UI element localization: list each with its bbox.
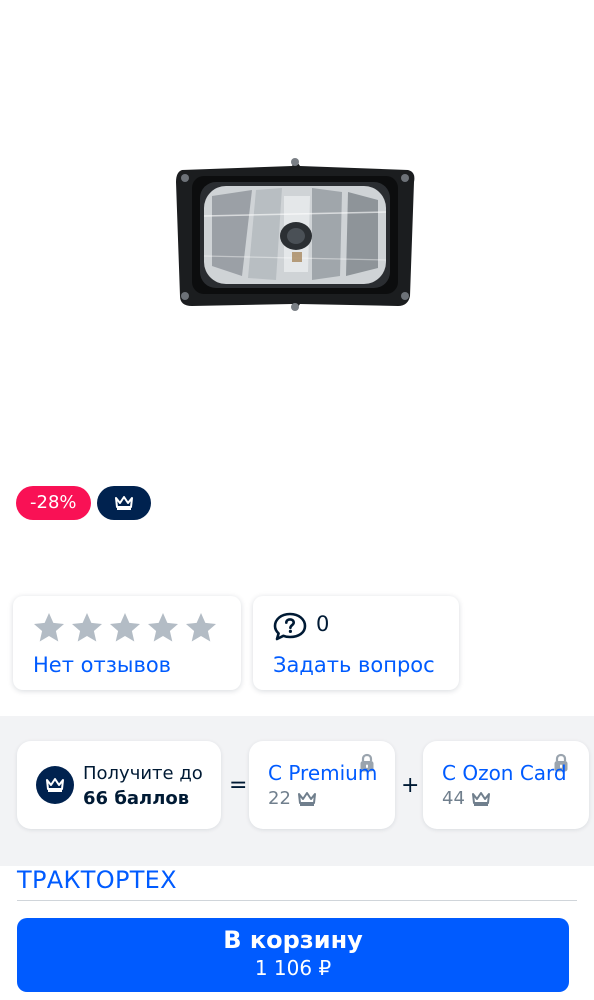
- questions-card[interactable]: 0 Задать вопрос: [253, 596, 459, 690]
- ask-question-link[interactable]: Задать вопрос: [273, 653, 435, 677]
- ozon-card-points-card[interactable]: С Ozon Card 44: [423, 741, 589, 829]
- product-badges: -28%: [16, 486, 151, 520]
- crown-icon: [114, 496, 133, 510]
- star-icon: [110, 613, 140, 642]
- ozon-card-title: С Ozon Card: [442, 761, 567, 785]
- divider: [17, 900, 577, 901]
- add-to-cart-button[interactable]: В корзину 1 106 ₽: [17, 918, 569, 992]
- star-icon: [34, 613, 64, 642]
- crown-icon: [46, 778, 64, 792]
- cart-button-label: В корзину: [223, 926, 363, 954]
- cart-button-price: 1 106 ₽: [254, 956, 332, 980]
- ozon-card-points: 44: [442, 788, 491, 809]
- star-icon: [186, 613, 216, 642]
- crown-icon: [471, 791, 490, 806]
- points-crown-badge: [36, 766, 74, 804]
- rating-stars: [31, 610, 219, 646]
- premium-points: 22: [268, 788, 317, 809]
- equals-sign: =: [229, 773, 248, 798]
- question-bubble-icon: [273, 612, 307, 641]
- no-reviews-link[interactable]: Нет отзывов: [33, 653, 171, 677]
- crown-icon: [297, 791, 316, 806]
- plus-sign: +: [401, 773, 420, 798]
- points-section: Получите до 66 баллов = С Premium 22 + С…: [0, 716, 594, 866]
- headlight-image[interactable]: [172, 156, 418, 312]
- product-image-area[interactable]: [0, 0, 594, 470]
- premium-badge[interactable]: [96, 486, 151, 520]
- points-amount: 66 баллов: [83, 788, 190, 809]
- reviews-questions-row: Нет отзывов 0 Задать вопрос: [0, 580, 594, 716]
- premium-points-card[interactable]: С Premium 22: [249, 741, 395, 829]
- points-text-line1: Получите до: [83, 763, 203, 784]
- discount-badge: -28%: [16, 486, 91, 520]
- star-icon: [148, 613, 178, 642]
- premium-points-value: 22: [268, 788, 291, 809]
- questions-count: 0: [316, 612, 330, 636]
- reviews-card[interactable]: Нет отзывов: [13, 596, 241, 690]
- ozon-card-points-value: 44: [442, 788, 465, 809]
- seller-brand-link[interactable]: ТРАКТОРТЕХ: [17, 866, 177, 894]
- premium-title: С Premium: [268, 761, 378, 785]
- get-points-card[interactable]: Получите до 66 баллов: [17, 741, 221, 829]
- star-icon: [72, 613, 102, 642]
